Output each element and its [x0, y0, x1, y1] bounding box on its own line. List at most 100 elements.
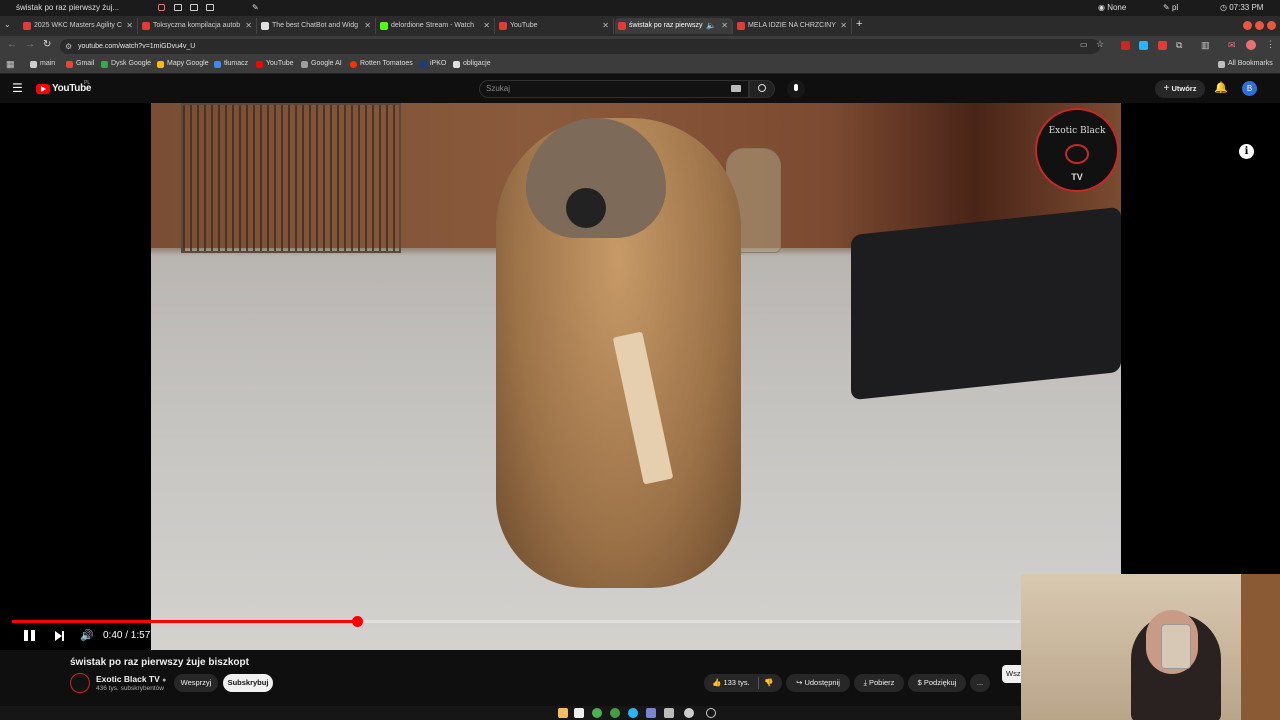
extension-icon-1[interactable] — [1121, 41, 1130, 50]
extension-icon-2[interactable] — [1139, 41, 1148, 50]
notifications-bell-icon[interactable]: 🔔 — [1214, 81, 1228, 94]
tab-mela[interactable]: MELA IDZIE NA CHRZCINY ✕ — [734, 18, 852, 34]
back-icon[interactable]: ← — [7, 39, 17, 50]
apps-grid-icon[interactable]: ▦ — [6, 59, 15, 70]
tab-search-icon[interactable]: ⌄ — [4, 20, 11, 29]
search-input[interactable]: Szukaj — [479, 80, 749, 98]
discord-icon[interactable] — [646, 708, 656, 718]
thumbs-up-icon[interactable]: 👍 — [712, 678, 721, 687]
close-icon[interactable]: ✕ — [721, 18, 728, 34]
clock[interactable]: ◷ 07:33 PM — [1220, 3, 1263, 12]
bookmark-youtube[interactable]: YouTube — [256, 60, 294, 68]
site-info-icon[interactable]: ⚙ — [65, 39, 72, 54]
pause-icon-bar[interactable] — [31, 630, 35, 641]
youtube-app-icon[interactable] — [158, 4, 165, 11]
bookmark-dysk[interactable]: Dysk Google — [101, 60, 151, 68]
subscribe-button[interactable]: Subskrybuj — [223, 674, 273, 692]
close-icon[interactable]: ✕ — [840, 18, 847, 34]
bookmark-rotten-tomatoes[interactable]: Rotten Tomatoes — [350, 60, 413, 68]
next-bar[interactable] — [62, 631, 64, 641]
translate-icon[interactable]: ✉ — [1228, 40, 1236, 51]
voice-search-button[interactable] — [787, 80, 805, 98]
monitor-icon-3[interactable] — [206, 4, 214, 11]
video-frame[interactable]: Exotic Black TV — [151, 103, 1121, 650]
close-icon[interactable]: ✕ — [126, 18, 133, 34]
puzzle-icon[interactable]: ⧉ — [1176, 40, 1182, 51]
thumbs-down-icon[interactable]: 👎 — [764, 674, 773, 692]
like-dislike-group[interactable]: 👍 133 tys. 👎 — [704, 674, 782, 692]
create-button[interactable]: + Utwórz — [1155, 80, 1205, 98]
tab-chatbot[interactable]: The best ChatBot and Widg ✕ — [258, 18, 376, 34]
minimize-icon[interactable] — [1243, 21, 1252, 30]
close-icon[interactable]: ✕ — [364, 18, 371, 34]
join-button[interactable]: Wesprzyj — [174, 674, 218, 692]
bookmark-google-ai[interactable]: Google AI — [301, 60, 342, 68]
close-icon[interactable]: ✕ — [245, 18, 252, 34]
search-icon — [758, 84, 766, 92]
settings-icon[interactable] — [706, 708, 716, 718]
info-icon[interactable]: i — [1239, 144, 1254, 159]
pen-icon[interactable]: ✎ — [252, 3, 259, 12]
chrome-icon[interactable] — [592, 708, 602, 718]
bookmark-mapy[interactable]: Mapy Google — [157, 60, 209, 68]
menu-kebab-icon[interactable]: ⋮ — [1266, 39, 1275, 50]
bookmark-gmail[interactable]: Gmail — [66, 60, 94, 68]
more-actions-button[interactable]: ... — [970, 674, 990, 692]
share-button[interactable]: ↪ Udostępnij — [786, 674, 850, 692]
pause-icon[interactable] — [24, 630, 28, 641]
all-bookmarks[interactable]: All Bookmarks — [1218, 60, 1273, 68]
close-window-icon[interactable] — [1267, 21, 1276, 30]
reload-icon[interactable]: ↻ — [43, 39, 51, 50]
progress-bar[interactable] — [12, 616, 1020, 627]
profile-avatar[interactable] — [1246, 40, 1256, 50]
cast-icon[interactable]: ▭ — [1080, 40, 1088, 49]
all-filter-chip[interactable]: Wsz — [1002, 665, 1021, 683]
next-icon[interactable] — [55, 631, 62, 641]
bookmark-ipko[interactable]: iPKO — [420, 60, 446, 68]
monitor-icon-2[interactable] — [190, 4, 198, 11]
monitor-icon[interactable] — [174, 4, 182, 11]
share-icon: ↪ — [796, 678, 803, 687]
tab-youtube[interactable]: YouTube ✕ — [496, 18, 614, 34]
account-avatar[interactable]: B — [1242, 81, 1257, 96]
search-button[interactable] — [749, 80, 775, 98]
sidebar-icon[interactable]: ▥ — [1201, 40, 1210, 51]
close-icon[interactable]: ✕ — [483, 18, 490, 34]
tab-kick[interactable]: delordione Stream - Watch ✕ — [377, 18, 495, 34]
tab-swistak-active[interactable]: świstak po raz pierwszy 🔈 ✕ — [615, 18, 733, 34]
maximize-icon[interactable] — [1255, 21, 1264, 30]
tab-toksyczna[interactable]: Toksyczna kompilacja autob ✕ — [139, 18, 257, 34]
hamburger-menu-icon[interactable]: ☰ — [12, 82, 23, 94]
network-status[interactable]: ◉ None — [1098, 3, 1126, 12]
keyboard-icon[interactable] — [731, 85, 741, 92]
obs-icon[interactable] — [684, 708, 694, 718]
channel-avatar[interactable] — [70, 673, 90, 693]
download-button[interactable]: ⤓ Pobierz — [854, 674, 904, 692]
progress-scrubber[interactable] — [351, 616, 363, 627]
telegram-icon[interactable] — [628, 708, 638, 718]
new-tab-icon[interactable]: + — [856, 18, 862, 30]
address-bar[interactable]: ⚙ youtube.com/watch?v=1miGDvu4v_U — [60, 39, 1100, 54]
bookmark-star-icon[interactable]: ☆ — [1096, 39, 1104, 50]
video-player[interactable]: Exotic Black TV i 🔊 0:40 / 1:57 — [0, 103, 1280, 650]
bookmark-obligacje[interactable]: obligacje — [453, 60, 491, 68]
bookmark-label: Mapy Google — [167, 60, 209, 67]
files-icon[interactable] — [558, 708, 568, 718]
channel-watermark[interactable]: Exotic Black TV — [1035, 108, 1119, 192]
volume-icon[interactable]: 🔊 — [80, 629, 94, 642]
extension-icon-3[interactable] — [1158, 41, 1167, 50]
close-icon[interactable]: ✕ — [602, 18, 609, 34]
bookmark-main[interactable]: main — [30, 60, 55, 68]
bookmark-label: obligacje — [463, 60, 491, 67]
channel-name[interactable]: Exotic Black TV ● — [96, 674, 166, 684]
browser-icon[interactable] — [610, 708, 620, 718]
tab-wkc[interactable]: 2025 WKC Masters Agility C ✕ — [20, 18, 138, 34]
shield-icon[interactable] — [664, 708, 674, 718]
speaker-icon[interactable]: 🔈 — [706, 18, 716, 34]
all-bookmarks-label: All Bookmarks — [1228, 60, 1273, 67]
bookmark-tlumacz[interactable]: tłumacz — [214, 60, 248, 68]
terminal-icon[interactable] — [574, 708, 584, 718]
thanks-button[interactable]: $ Podziękuj — [908, 674, 966, 692]
forward-icon[interactable]: → — [25, 39, 35, 50]
keyboard-layout[interactable]: ✎ pl — [1163, 3, 1178, 12]
